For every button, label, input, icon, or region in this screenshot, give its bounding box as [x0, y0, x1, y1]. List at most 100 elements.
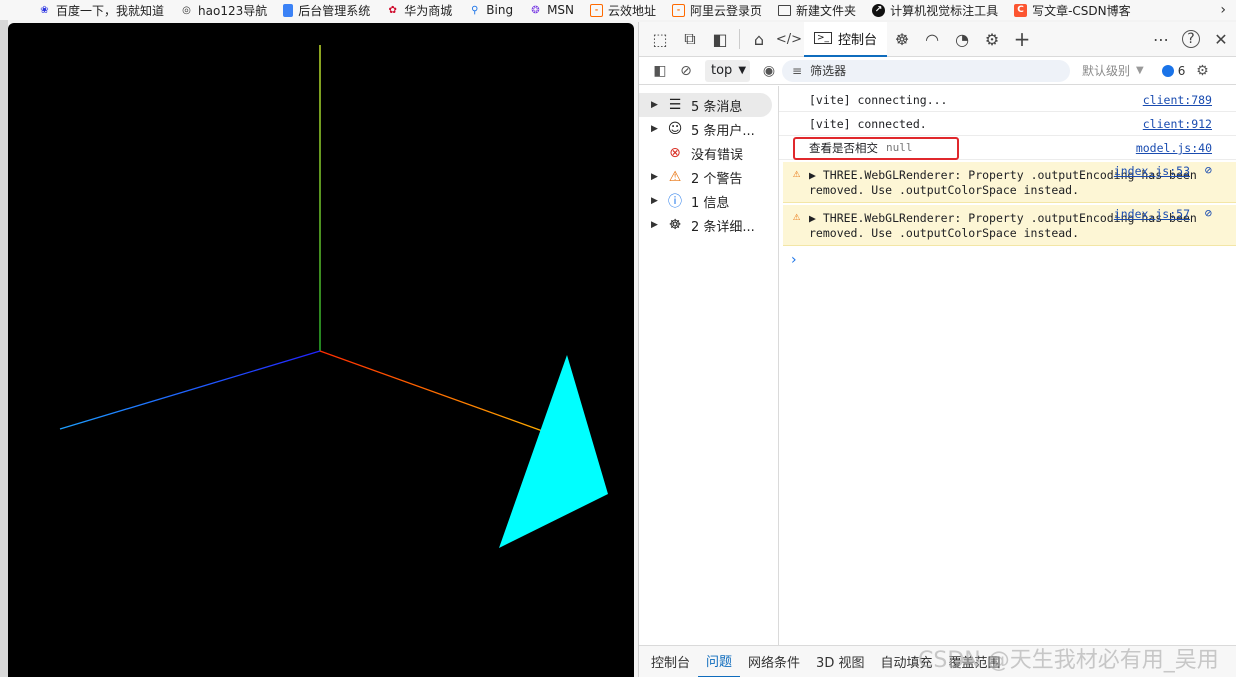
expand-arrow-icon[interactable]: ▶	[809, 211, 816, 225]
drawer-tab-network-conditions[interactable]: 网络条件	[740, 646, 808, 677]
memory-chip-icon[interactable]: ⚙	[977, 24, 1007, 54]
device-toggle-icon[interactable]: ⧉	[675, 24, 705, 54]
drawer-tab-3d-view[interactable]: 3D 视图	[808, 646, 872, 677]
sidebar-item-messages[interactable]: ▶ ☰ 5 条消息	[639, 93, 772, 117]
console-warning: ⚠ ▶ THREE.WebGLRenderer: Property .outpu…	[783, 162, 1236, 203]
user-icon: ☺	[667, 121, 683, 137]
console-sidebar: ▶ ☰ 5 条消息 ▶ ☺ 5 条用户... ⊗ 没有错误 ▶ ⚠ 2 个警告 …	[639, 86, 779, 645]
source-link[interactable]: index.js:53	[1114, 164, 1190, 178]
tab-console[interactable]: >_ 控制台	[804, 21, 888, 57]
x-axis-line	[319, 350, 549, 434]
chevron-right-icon[interactable]: ›	[1220, 0, 1226, 20]
home-icon[interactable]: ⌂	[744, 24, 774, 54]
devtools-panel: ⬚ ⧉ ◧ ⌂ </> >_ 控制台 ☸ ◠ ◔ ⚙ + ⋯ ? ✕ ◧ ⊘ t…	[638, 21, 1236, 677]
console-body: ▶ ☰ 5 条消息 ▶ ☺ 5 条用户... ⊗ 没有错误 ▶ ⚠ 2 个警告 …	[639, 86, 1236, 645]
huawei-icon: ✿	[388, 4, 397, 16]
console-prompt[interactable]: ›	[779, 252, 1236, 268]
inspect-icon[interactable]: ⬚	[645, 24, 675, 54]
bookmark-aliyun[interactable]: - 阿里云登录页	[672, 2, 762, 19]
expand-arrow-icon: ▶	[651, 124, 658, 134]
scene-svg	[59, 45, 608, 548]
browser-left-edge	[0, 20, 8, 677]
performance-icon[interactable]: ◔	[947, 24, 977, 54]
wifi-icon[interactable]: ◠	[917, 24, 947, 54]
source-link[interactable]: index.js:57	[1114, 207, 1190, 221]
devtools-actions: ⋯ ? ✕	[1146, 24, 1236, 54]
sidebar-item-info[interactable]: ▶ ⓘ 1 信息	[639, 189, 778, 213]
expand-arrow-icon: ▶	[651, 172, 658, 182]
sidebar-item-verbose[interactable]: ▶ ☸ 2 条详细...	[639, 213, 778, 237]
bug-icon[interactable]: ☸	[887, 24, 917, 54]
sidebar-toggle-icon[interactable]: ◧	[647, 60, 673, 82]
expand-arrow-icon: ▶	[651, 220, 658, 230]
butterfly-icon: ❂	[531, 4, 540, 16]
bug-icon: ☸	[668, 217, 682, 233]
link-icon[interactable]: ⊘	[1205, 206, 1212, 220]
eye-icon[interactable]: ◉	[756, 60, 782, 82]
console-output: [vite] connecting... client:789 [vite] c…	[779, 86, 1236, 645]
more-icon[interactable]: ⋯	[1146, 24, 1176, 54]
warning-icon: ⚠	[793, 166, 801, 180]
search-icon: ⚲	[471, 4, 479, 16]
bookmark-yunxiao[interactable]: - 云效地址	[590, 2, 656, 19]
expand-arrow-icon[interactable]: ▶	[809, 168, 816, 182]
bracket-icon: -	[590, 3, 604, 17]
add-tab-icon[interactable]: +	[1007, 24, 1037, 54]
bookmark-cv-tool[interactable]: ↗ 计算机视觉标注工具	[872, 2, 998, 19]
source-link[interactable]: client:789	[1143, 93, 1212, 107]
paw-icon: ❀	[40, 4, 49, 16]
warning-icon: ⚠	[793, 209, 801, 223]
bookmark-bing[interactable]: ⚲ Bing	[468, 3, 513, 17]
gear-icon[interactable]: ⚙	[1189, 60, 1215, 82]
watermark: CSDN @天生我材必有用_吴用	[918, 648, 1219, 673]
expand-arrow-icon: ▶	[651, 100, 658, 110]
console-line: [vite] connected. client:912	[779, 112, 1236, 136]
console-line-highlighted: 查看是否相交 null model.js:40	[779, 136, 1236, 160]
warning-icon: ⚠	[668, 169, 682, 185]
z-axis-line	[59, 350, 321, 430]
arrow-circle-icon: ↗	[872, 3, 886, 17]
globe-icon: ◎	[182, 4, 191, 16]
bookmark-msn[interactable]: ❂ MSN	[529, 3, 574, 17]
elements-icon[interactable]: </>	[774, 24, 804, 54]
devtools-tabbar: ⬚ ⧉ ◧ ⌂ </> >_ 控制台 ☸ ◠ ◔ ⚙ + ⋯ ? ✕	[639, 21, 1236, 57]
filter-input[interactable]: ≡ 筛选器	[782, 59, 1071, 82]
log-levels-dropdown[interactable]: 默认级别 ▼	[1082, 62, 1144, 79]
source-link[interactable]: client:912	[1143, 117, 1212, 131]
console-toolbar: ◧ ⊘ top ▼ ◉ ≡ 筛选器 默认级别 ▼ 6 ⚙	[639, 57, 1236, 85]
triangle-mesh	[499, 355, 608, 548]
csdn-icon: C	[1014, 3, 1028, 17]
divider	[739, 29, 740, 49]
help-icon[interactable]: ?	[1182, 30, 1200, 48]
clear-console-icon[interactable]: ⊘	[673, 60, 699, 82]
drawer-tab-console[interactable]: 控制台	[643, 646, 698, 677]
dock-icon[interactable]: ◧	[705, 24, 735, 54]
list-icon: ☰	[668, 97, 682, 113]
console-line: [vite] connecting... client:789	[779, 88, 1236, 112]
sidebar-item-errors[interactable]: ⊗ 没有错误	[639, 141, 778, 165]
console-warning: ⚠ ▶ THREE.WebGLRenderer: Property .outpu…	[783, 205, 1236, 246]
bookmark-baidu[interactable]: ❀ 百度一下，我就知道	[38, 2, 164, 19]
chevron-down-icon: ▼	[738, 65, 747, 76]
bookmark-admin[interactable]: 后台管理系统	[283, 2, 370, 19]
bookmarks-bar: ❀ 百度一下，我就知道 ◎ hao123导航 后台管理系统 ✿ 华为商城 ⚲ B…	[0, 0, 1236, 20]
expand-arrow-icon: ▶	[651, 196, 658, 206]
doc-icon	[283, 3, 294, 17]
bookmark-huawei[interactable]: ✿ 华为商城	[386, 2, 453, 19]
info-icon: ⓘ	[668, 194, 682, 210]
webgl-canvas[interactable]	[8, 23, 634, 677]
close-icon[interactable]: ✕	[1206, 24, 1236, 54]
bookmark-hao123[interactable]: ◎ hao123导航	[180, 2, 267, 19]
message-icon	[1161, 64, 1174, 77]
issues-badge[interactable]: 6	[1161, 64, 1185, 78]
context-selector[interactable]: top ▼	[705, 59, 751, 82]
sidebar-item-user-messages[interactable]: ▶ ☺ 5 条用户...	[639, 117, 778, 141]
source-link[interactable]: model.js:40	[1136, 141, 1212, 155]
drawer-tab-issues[interactable]: 问题	[698, 646, 741, 677]
bookmark-folder[interactable]: 新建文件夹	[778, 2, 856, 19]
error-icon: ⊗	[669, 145, 681, 161]
bookmark-csdn[interactable]: C 写文章-CSDN博客	[1014, 2, 1131, 19]
sidebar-item-warnings[interactable]: ▶ ⚠ 2 个警告	[639, 165, 778, 189]
chevron-down-icon: ▼	[1136, 65, 1144, 76]
link-icon[interactable]: ⊘	[1205, 163, 1212, 177]
